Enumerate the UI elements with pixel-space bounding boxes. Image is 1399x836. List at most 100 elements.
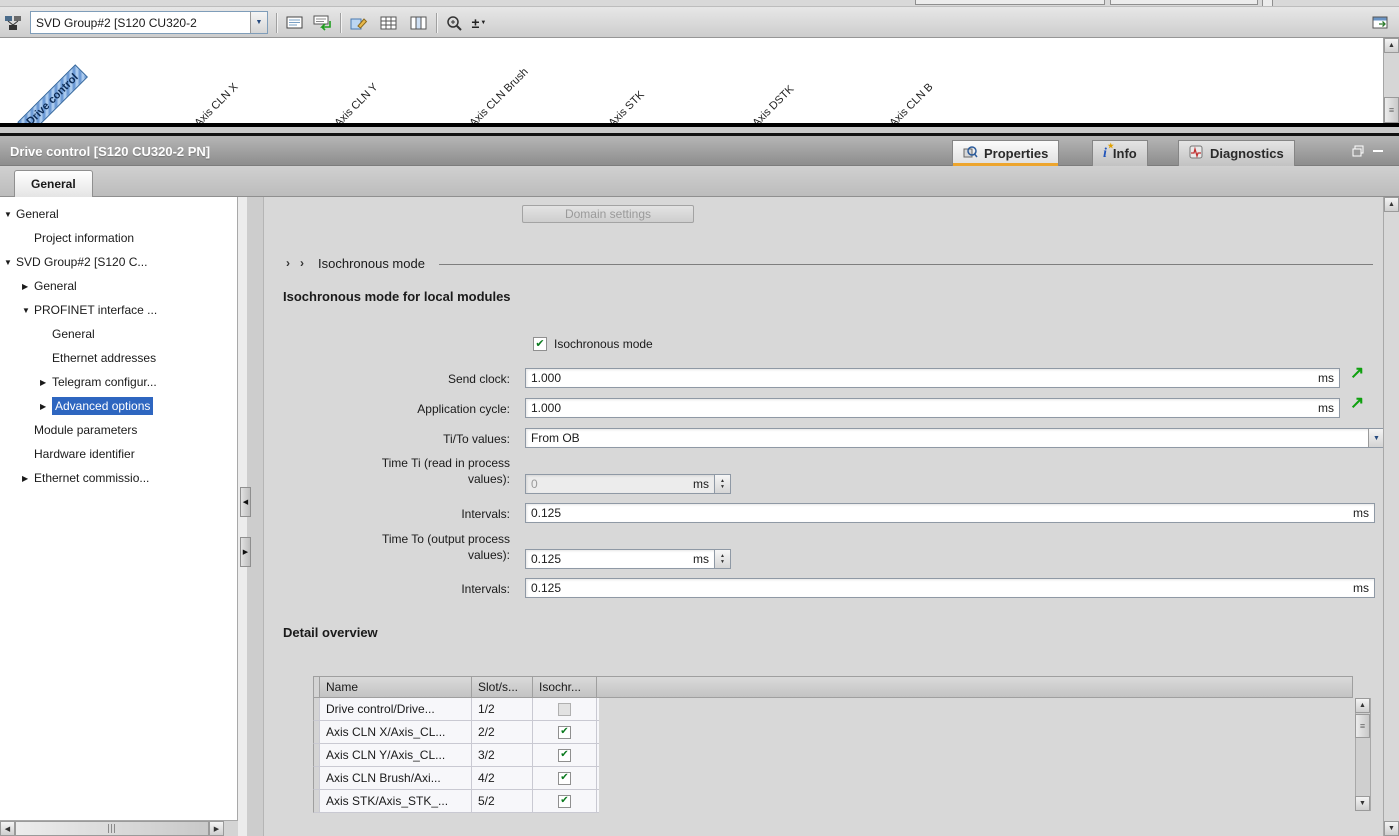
scrollbar-thumb[interactable]: ≡ bbox=[1384, 97, 1399, 123]
link-arrow-icon[interactable]: ↗ bbox=[1350, 393, 1364, 413]
device-label-axis-cln-x[interactable]: Axis CLN X bbox=[187, 75, 247, 123]
table-row[interactable]: Axis CLN X/Axis_CL... 2/2 bbox=[313, 721, 599, 744]
device-label-drive-control[interactable]: Drive control bbox=[17, 64, 88, 123]
expander-down-icon[interactable]: ▼ bbox=[4, 258, 16, 267]
tree-item-general-sub[interactable]: ▶ General bbox=[0, 274, 237, 298]
zoom-icon[interactable] bbox=[442, 12, 468, 34]
content-scrollbar-vertical[interactable]: ▲ ▼ bbox=[1383, 197, 1399, 836]
device-view-canvas[interactable]: Drive control Axis CLN X Axis CLN Y Axis… bbox=[0, 38, 1383, 123]
dropdown-arrow-icon[interactable]: ▼ bbox=[1368, 429, 1383, 447]
tito-values-dropdown[interactable]: From OB ▼ bbox=[525, 428, 1383, 448]
expander-down-icon[interactable]: ▼ bbox=[22, 306, 34, 315]
intervals-ti-input[interactable] bbox=[526, 506, 1348, 520]
scroll-up-icon[interactable]: ▲ bbox=[1384, 197, 1399, 212]
chevron-down-icon[interactable]: ▼ bbox=[250, 12, 267, 33]
spinner-down-icon[interactable]: ▼ bbox=[720, 484, 725, 490]
device-label-axis-cln-y[interactable]: Axis CLN Y bbox=[327, 76, 386, 123]
scroll-down-icon[interactable]: ▼ bbox=[1355, 796, 1370, 811]
column-header-isochronous[interactable]: Isochr... bbox=[533, 677, 597, 697]
column-header-name[interactable]: Name bbox=[320, 677, 472, 697]
expand-right-icon[interactable]: ▶ bbox=[240, 537, 251, 567]
field-label-time-to: Time To (output process values): bbox=[360, 531, 510, 563]
tree-item-label: Ethernet addresses bbox=[52, 351, 156, 365]
tab-diagnostics[interactable]: Diagnostics bbox=[1178, 140, 1295, 166]
tree-item-ethernet-addresses[interactable]: Ethernet addresses bbox=[0, 346, 237, 370]
device-selector-dropdown[interactable]: SVD Group#2 [S120 CU320-2 ▼ bbox=[30, 11, 268, 34]
properties-nav-tree[interactable]: ▼ General Project information ▼ SVD Grou… bbox=[0, 197, 238, 820]
cell-slot: 3/2 bbox=[472, 744, 533, 766]
isochronous-mode-checkbox[interactable] bbox=[533, 337, 547, 351]
link-arrow-icon[interactable]: ↗ bbox=[1350, 363, 1364, 383]
expander-right-icon[interactable]: ▶ bbox=[22, 282, 34, 291]
configure-device-icon[interactable] bbox=[346, 12, 372, 34]
expander-right-icon[interactable]: ▶ bbox=[40, 378, 52, 387]
device-view-scrollbar[interactable]: ▲ ≡ bbox=[1383, 38, 1399, 123]
tree-item-profinet-interface[interactable]: ▼ PROFINET interface ... bbox=[0, 298, 237, 322]
tree-scrollbar-horizontal[interactable]: ◀ ▶ bbox=[0, 820, 238, 836]
tree-item-svd-group[interactable]: ▼ SVD Group#2 [S120 C... bbox=[0, 250, 237, 274]
tab-info[interactable]: i★ Info bbox=[1092, 140, 1148, 166]
column-view-icon[interactable] bbox=[406, 12, 432, 34]
tree-item-project-information[interactable]: Project information bbox=[0, 226, 237, 250]
tree-item-general[interactable]: ▼ General bbox=[0, 202, 237, 226]
isochronous-checkbox[interactable] bbox=[558, 703, 571, 716]
isochronous-checkbox[interactable] bbox=[558, 726, 571, 739]
tree-item-label: PROFINET interface ... bbox=[34, 303, 157, 317]
zoom-level-selector[interactable]: ± ▼ bbox=[466, 12, 492, 34]
table-row[interactable]: Drive control/Drive... 1/2 bbox=[313, 698, 599, 721]
collapse-pane-icon[interactable] bbox=[1372, 145, 1385, 160]
application-cycle-input[interactable] bbox=[526, 401, 1313, 415]
time-ti-spinner[interactable]: ▲ ▼ bbox=[715, 474, 731, 494]
expander-down-icon[interactable]: ▼ bbox=[4, 210, 16, 219]
cell-name: Axis STK/Axis_STK_... bbox=[320, 790, 472, 812]
unit-label: ms bbox=[688, 477, 714, 491]
application-cycle-field: ms bbox=[525, 398, 1340, 418]
grid-view-icon[interactable] bbox=[376, 12, 402, 34]
device-label-axis-dstk[interactable]: Axis DSTK bbox=[745, 78, 802, 123]
table-row[interactable]: Axis CLN Y/Axis_CL... 3/2 bbox=[313, 744, 599, 767]
isochronous-checkbox[interactable] bbox=[558, 749, 571, 762]
device-label-axis-stk[interactable]: Axis STK bbox=[601, 83, 653, 123]
scrollbar-thumb[interactable]: ≡ bbox=[1355, 714, 1370, 738]
table-row[interactable]: Axis STK/Axis_STK_... 5/2 bbox=[313, 790, 599, 813]
tree-item-profinet-general[interactable]: General bbox=[0, 322, 237, 346]
scroll-down-icon[interactable]: ▼ bbox=[1384, 821, 1399, 836]
field-label-time-ti: Time Ti (read in process values): bbox=[360, 455, 510, 487]
tab-general[interactable]: General bbox=[14, 170, 93, 197]
table-row[interactable]: Axis CLN Brush/Axi... 4/2 bbox=[313, 767, 599, 790]
scrollbar-thumb[interactable] bbox=[15, 821, 209, 836]
device-label-axis-cln-brush[interactable]: Axis CLN Brush bbox=[462, 60, 537, 123]
isochronous-checkbox[interactable] bbox=[558, 795, 571, 808]
collapse-left-icon[interactable]: ◀ bbox=[240, 487, 251, 517]
isochronous-checkbox[interactable] bbox=[558, 772, 571, 785]
time-to-input[interactable] bbox=[526, 552, 688, 566]
table-scrollbar[interactable]: ▲ ≡ ▼ bbox=[1355, 698, 1371, 811]
send-clock-input[interactable] bbox=[526, 371, 1313, 385]
float-window-icon[interactable] bbox=[1352, 145, 1365, 160]
assign-device-name-icon[interactable] bbox=[310, 12, 336, 34]
time-to-spinner[interactable]: ▲ ▼ bbox=[715, 549, 731, 569]
chevron-icon[interactable]: › bbox=[286, 256, 290, 270]
scroll-up-icon[interactable]: ▲ bbox=[1355, 698, 1370, 713]
tree-item-ethernet-commissioning[interactable]: ▶ Ethernet commissio... bbox=[0, 466, 237, 490]
column-header-slot[interactable]: Slot/s... bbox=[472, 677, 533, 697]
tree-item-module-parameters[interactable]: Module parameters bbox=[0, 418, 237, 442]
expander-right-icon[interactable]: ▶ bbox=[40, 402, 52, 411]
tree-item-advanced-options[interactable]: ▶ Advanced options bbox=[0, 394, 237, 418]
expander-right-icon[interactable]: ▶ bbox=[22, 474, 34, 483]
scroll-right-icon[interactable]: ▶ bbox=[209, 821, 224, 836]
intervals-to-input[interactable] bbox=[526, 581, 1348, 595]
spinner-down-icon[interactable]: ▼ bbox=[720, 559, 725, 565]
tab-properties[interactable]: Properties bbox=[952, 140, 1059, 166]
scroll-up-icon[interactable]: ▲ bbox=[1384, 38, 1399, 53]
chevron-icon[interactable]: › bbox=[300, 256, 304, 270]
domain-settings-button[interactable]: Domain settings bbox=[522, 205, 694, 223]
scroll-left-icon[interactable]: ◀ bbox=[0, 821, 15, 836]
tree-item-telegram-configuration[interactable]: ▶ Telegram configur... bbox=[0, 370, 237, 394]
time-ti-input[interactable] bbox=[526, 477, 688, 491]
pane-splitter[interactable]: ◀ ▶ bbox=[238, 197, 264, 836]
dock-window-icon[interactable] bbox=[1368, 12, 1394, 34]
device-overview-icon[interactable] bbox=[282, 12, 308, 34]
tree-item-hardware-identifier[interactable]: Hardware identifier bbox=[0, 442, 237, 466]
device-label-axis-cln-b[interactable]: Axis CLN B bbox=[882, 75, 942, 123]
